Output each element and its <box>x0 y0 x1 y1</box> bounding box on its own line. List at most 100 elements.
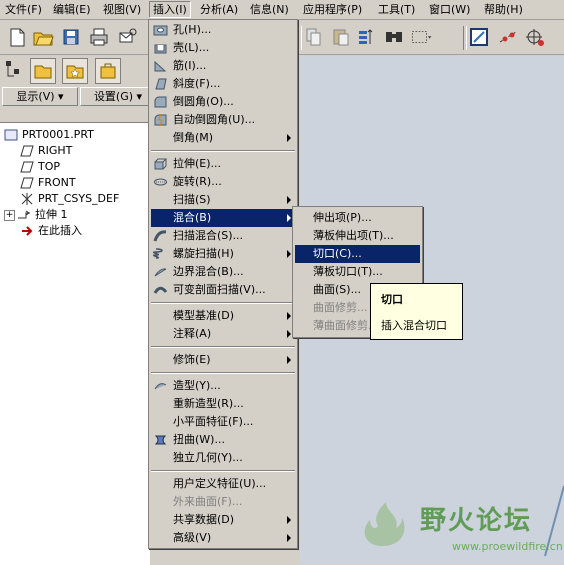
helical-sweep-icon <box>153 247 168 261</box>
menu-window[interactable]: 窗口(W) <box>426 2 473 17</box>
menu-item-foreign-surface: 外来曲面(F)... <box>173 495 243 508</box>
menu-insert[interactable]: 插入(I) <box>149 1 191 18</box>
menu-file[interactable]: 文件(F) <box>2 2 45 17</box>
menu-item-draft[interactable]: 斜度(F)... <box>151 75 295 93</box>
tooltip-title: 切口 <box>381 293 403 306</box>
extrude-icon <box>153 157 168 171</box>
model-tree: PRT0001.PRT RIGHT TOP FRONT PRT_CSYS_DEF… <box>0 122 150 565</box>
menu-item-cosmetic[interactable]: 修饰(E) <box>151 351 295 369</box>
open-folder-icon[interactable] <box>32 26 54 48</box>
model-tree-toolbar: 显示(V) ▾ 设置(G) ▾ <box>0 86 156 106</box>
flame-logo-icon <box>364 502 405 546</box>
tree-item-part[interactable]: PRT0001.PRT <box>4 127 94 142</box>
menu-item-swept-blend[interactable]: 扫描混合(S)... <box>151 227 295 245</box>
watermark-title: 野火论坛 <box>420 506 533 536</box>
menu-item-sweep[interactable]: 扫描(S) <box>151 191 295 209</box>
rib-icon <box>153 59 168 73</box>
swept-blend-icon <box>153 229 168 243</box>
menu-info[interactable]: 信息(N) <box>247 2 292 17</box>
tree-item-insert-here[interactable]: 在此插入 <box>20 223 82 238</box>
hole-icon <box>153 23 168 37</box>
part-icon <box>4 129 18 141</box>
menu-item-shell[interactable]: 壳(L)... <box>151 39 295 57</box>
tree-item-front[interactable]: FRONT <box>20 175 76 190</box>
menu-item-thin-protrusion[interactable]: 薄板伸出项(T)... <box>295 227 420 245</box>
menu-item-advanced[interactable]: 高级(V) <box>151 529 295 547</box>
menu-item-hole[interactable]: 孔(H)... <box>151 21 295 39</box>
menu-item-auto-round[interactable]: 自动倒圆角(U)... <box>151 111 295 129</box>
datum-planes-icon[interactable] <box>468 26 490 48</box>
print-icon[interactable] <box>88 26 110 48</box>
menu-analysis[interactable]: 分析(A) <box>197 2 241 17</box>
menu-item-cut[interactable]: 切口(C)... <box>295 245 420 263</box>
regenerate-icon[interactable] <box>356 26 378 48</box>
tree-item-extrude[interactable]: + 拉伸 1 <box>4 207 68 222</box>
menu-item-var-sect-sweep[interactable]: 可变剖面扫描(V)... <box>151 281 295 299</box>
watermark-url: www.proewildfire.cn <box>452 540 563 553</box>
save-icon[interactable] <box>60 26 82 48</box>
menu-item-revolve[interactable]: 旋转(R)... <box>151 173 295 191</box>
insert-arrow-icon <box>20 225 34 237</box>
menu-item-protrusion[interactable]: 伸出项(P)... <box>295 209 420 227</box>
menu-help[interactable]: 帮助(H) <box>481 2 526 17</box>
menu-item-chamfer[interactable]: 倒角(M) <box>151 129 295 147</box>
menu-applications[interactable]: 应用程序(P) <box>300 2 365 17</box>
navigator-tabs <box>0 55 150 85</box>
menu-item-boundary-blend[interactable]: 边界混合(B)... <box>151 263 295 281</box>
find-icon[interactable] <box>383 26 405 48</box>
send-mail-icon[interactable] <box>116 26 138 48</box>
menu-item-restyle[interactable]: 重新造型(R)... <box>151 395 295 413</box>
paste-icon[interactable] <box>330 26 352 48</box>
menu-bar: 文件(F) 编辑(E) 视图(V) 插入(I) 分析(A) 信息(N) 应用程序… <box>0 0 564 20</box>
menu-item-model-datum[interactable]: 模型基准(D) <box>151 307 295 325</box>
style-icon <box>153 379 168 393</box>
display-dropdown-button[interactable]: 显示(V) ▾ <box>2 87 78 106</box>
datum-axes-icon[interactable] <box>497 26 519 48</box>
revolve-icon <box>153 175 168 189</box>
tooltip-text: 插入混合切口 <box>381 319 447 332</box>
shell-icon <box>153 41 168 55</box>
menu-item-annotation[interactable]: 注释(A) <box>151 325 295 343</box>
var-sect-sweep-icon <box>153 283 168 297</box>
favorites-tab-icon[interactable] <box>62 58 88 84</box>
datum-plane-icon <box>20 177 34 189</box>
menu-item-warp[interactable]: 扭曲(W)... <box>151 431 295 449</box>
round-icon <box>153 95 168 109</box>
auto-round-icon <box>153 113 168 127</box>
menu-item-style[interactable]: 造型(Y)... <box>151 377 295 395</box>
menu-item-helical-sweep[interactable]: 螺旋扫描(H) <box>151 245 295 263</box>
menu-item-shared-data[interactable]: 共享数据(D) <box>151 511 295 529</box>
copy-icon[interactable] <box>303 26 325 48</box>
menu-item-rib[interactable]: 筋(I)... <box>151 57 295 75</box>
menu-view[interactable]: 视图(V) <box>100 2 144 17</box>
warp-icon <box>153 433 168 447</box>
menu-item-udf[interactable]: 用户定义特征(U)... <box>151 475 295 493</box>
folder-browser-tab-icon[interactable] <box>30 58 56 84</box>
model-tree-tab-icon[interactable] <box>2 58 26 82</box>
menu-edit[interactable]: 编辑(E) <box>50 2 94 17</box>
watermark: 野火论坛 www.proewildfire.cn <box>352 496 564 558</box>
extrude-feature-icon <box>17 209 31 221</box>
menu-item-blend[interactable]: 混合(B) <box>151 209 295 227</box>
selection-box-icon[interactable] <box>410 26 438 48</box>
draft-icon <box>153 77 168 91</box>
datum-plane-icon <box>20 145 34 157</box>
insert-menu: 孔(H)... 壳(L)... 筋(I)... 斜度(F)... 倒圆角(O).… <box>148 19 298 549</box>
menu-tools[interactable]: 工具(T) <box>375 2 418 17</box>
settings-dropdown-button[interactable]: 设置(G) ▾ <box>80 87 156 106</box>
datum-plane-icon <box>20 161 34 173</box>
menu-item-thin-cut[interactable]: 薄板切口(T)... <box>295 263 420 281</box>
tooltip: 切口 插入混合切口 <box>370 283 463 340</box>
tree-item-top[interactable]: TOP <box>20 159 60 174</box>
connections-tab-icon[interactable] <box>95 58 121 84</box>
datum-points-icon[interactable] <box>524 26 546 48</box>
expand-icon[interactable]: + <box>4 209 15 221</box>
menu-item-facet-feature[interactable]: 小平面特征(F)... <box>151 413 295 431</box>
tree-item-right[interactable]: RIGHT <box>20 143 72 158</box>
tree-item-csys[interactable]: PRT_CSYS_DEF <box>20 191 119 206</box>
new-file-icon[interactable] <box>6 26 28 48</box>
menu-item-round[interactable]: 倒圆角(O)... <box>151 93 295 111</box>
menu-item-extrude[interactable]: 拉伸(E)... <box>151 155 295 173</box>
menu-item-independent-geometry[interactable]: 独立几何(Y)... <box>151 449 295 467</box>
boundary-blend-icon <box>153 265 168 279</box>
